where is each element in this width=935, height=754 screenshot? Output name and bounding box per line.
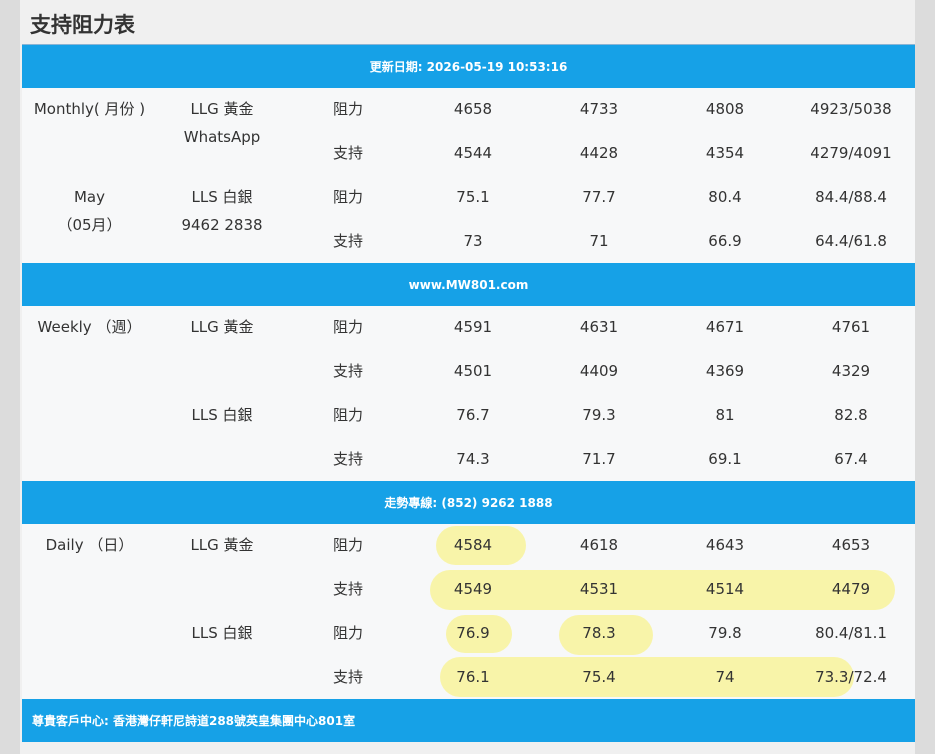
value-cell: 81 [715,406,735,424]
value-cell: 4409 [579,362,619,380]
value-cell: 4514 [705,580,745,598]
value-cell: 4329 [831,362,871,380]
value-cell: 4479 [831,580,871,598]
value-cell: 79.3 [582,406,616,424]
weekly-period-label: Weekly （週） [37,318,142,336]
weekly-gold-label: LLG 黃金 [190,318,254,336]
value-cell: 74 [715,668,735,686]
weekly-silver-label: LLS 白銀 [191,406,253,424]
value-cell: 76.9 [456,624,490,642]
daily-period-label: Daily （日） [45,536,134,554]
value-cell: 4761 [831,318,871,336]
value-cell: 80.4/81.1 [815,624,887,642]
monthly-silver-label: LLS 白銀 [191,188,253,206]
value-cell: 84.4/88.4 [815,188,887,206]
whatsapp-number: 9462 2838 [181,216,263,234]
value-cell: 82.8 [834,406,868,424]
row-type-label: 阻力 [332,406,364,424]
monthly-month-label: May [73,188,105,206]
row-type-label: 支持 [332,580,364,598]
monthly-gold-label: LLG 黃金 [190,100,254,118]
value-cell: 64.4/61.8 [815,232,887,250]
value-cell: 77.7 [582,188,616,206]
highlight-mark [440,657,854,697]
value-cell: 67.4 [834,450,868,468]
value-cell: 71.7 [582,450,616,468]
row-type-label: 支持 [332,232,364,250]
support-resistance-table: 更新日期: 2026-05-19 10:53:16 Monthly( 月份 ) … [22,45,915,742]
value-cell: 4369 [705,362,745,380]
value-cell: 74.3 [456,450,490,468]
value-cell: 75.4 [582,668,616,686]
value-cell: 78.3 [582,624,616,642]
value-cell: 4549 [453,580,493,598]
value-cell: 76.7 [456,406,490,424]
value-cell: 4544 [453,144,493,162]
value-cell: 4584 [453,536,493,554]
row-type-label: 阻力 [332,188,364,206]
value-cell: 71 [589,232,609,250]
value-cell: 4501 [453,362,493,380]
hotline-text: 走勢專線: (852) 9262 1888 [384,496,553,510]
value-cell: 4733 [579,100,619,118]
value-cell: 4923/5038 [810,100,892,118]
value-cell: 4658 [453,100,493,118]
value-cell: 4671 [705,318,745,336]
value-cell: 4279/4091 [810,144,892,162]
monthly-period-label: Monthly( 月份 ) [33,100,146,118]
value-cell: 80.4 [708,188,742,206]
hotline-band: 走勢專線: (852) 9262 1888 [22,481,915,524]
value-cell: 4354 [705,144,745,162]
value-cell: 69.1 [708,450,742,468]
whatsapp-label: WhatsApp [183,128,261,146]
row-type-label: 支持 [332,668,364,686]
website-band: www.MW801.com [22,263,915,306]
row-type-label: 阻力 [332,100,364,118]
value-cell: 66.9 [708,232,742,250]
value-cell: 4618 [579,536,619,554]
value-cell: 4653 [831,536,871,554]
update-date-band: 更新日期: 2026-05-19 10:53:16 [22,45,915,88]
value-cell: 4643 [705,536,745,554]
highlight-mark [430,570,895,610]
value-cell: 75.1 [456,188,490,206]
row-type-label: 阻力 [332,318,364,336]
value-cell: 76.1 [456,668,490,686]
value-cell: 4808 [705,100,745,118]
row-type-label: 支持 [332,144,364,162]
page-title: 支持阻力表 [30,13,135,37]
value-cell: 79.8 [708,624,742,642]
update-date-text: 更新日期: 2026-05-19 10:53:16 [369,60,568,74]
row-type-label: 支持 [332,450,364,468]
value-cell: 73.3/72.4 [815,668,887,686]
value-cell: 4591 [453,318,493,336]
website-link[interactable]: www.MW801.com [409,278,529,292]
row-type-label: 阻力 [332,536,364,554]
address-text: 尊貴客戶中心: 香港灣仔軒尼詩道288號英皇集團中心801室 [32,714,356,728]
row-type-label: 阻力 [332,624,364,642]
monthly-month-number: （05月） [57,216,122,234]
value-cell: 4531 [579,580,619,598]
value-cell: 4428 [579,144,619,162]
daily-silver-label: LLS 白銀 [191,624,253,642]
row-type-label: 支持 [332,362,364,380]
address-band: 尊貴客戶中心: 香港灣仔軒尼詩道288號英皇集團中心801室 [22,699,915,742]
value-cell: 73 [463,232,483,250]
value-cell: 4631 [579,318,619,336]
daily-gold-label: LLG 黃金 [190,536,254,554]
